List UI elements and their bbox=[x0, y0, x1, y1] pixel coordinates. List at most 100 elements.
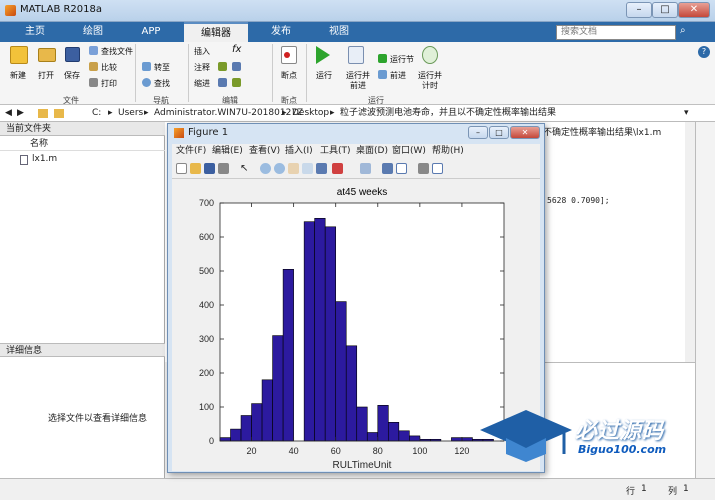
brush-icon[interactable] bbox=[332, 163, 343, 174]
compare-button[interactable]: 比较 bbox=[101, 62, 117, 73]
name-column-header[interactable]: 名称 bbox=[0, 138, 165, 151]
menu-tools[interactable]: 工具(T) bbox=[320, 144, 351, 159]
open-icon[interactable] bbox=[190, 163, 201, 174]
maximize-button[interactable]: □ bbox=[652, 2, 678, 18]
path-segment[interactable]: Users bbox=[118, 105, 143, 122]
print-icon[interactable] bbox=[218, 163, 229, 174]
help-icon[interactable]: ? bbox=[698, 46, 710, 58]
data-cursor-icon[interactable] bbox=[316, 163, 327, 174]
menu-edit[interactable]: 编辑(E) bbox=[212, 144, 243, 159]
pan-hand-icon[interactable] bbox=[288, 163, 299, 174]
open-folder-icon bbox=[38, 48, 56, 62]
breakpoint-dot-icon bbox=[284, 52, 290, 58]
find-files-icon bbox=[89, 46, 98, 55]
back-arrow-icon[interactable]: ◀ bbox=[5, 105, 12, 122]
y-tick-label: 500 bbox=[199, 266, 214, 276]
figure-title: Figure 1 bbox=[188, 127, 229, 138]
rotate-icon[interactable] bbox=[302, 163, 313, 174]
link-plot-icon[interactable] bbox=[360, 163, 371, 174]
current-folder-panel: 当前文件夹 名称 lx1.m 详细信息 选择文件以查看详细信息 bbox=[0, 122, 165, 492]
y-tick-label: 700 bbox=[199, 198, 214, 208]
menu-insert[interactable]: 插入(I) bbox=[285, 144, 313, 159]
up-folder-icon[interactable] bbox=[38, 109, 48, 118]
histogram-bar bbox=[272, 335, 284, 442]
forward-arrow-icon[interactable]: ▶ bbox=[17, 105, 24, 122]
row-label: 行 bbox=[626, 487, 636, 497]
minimize-button[interactable]: – bbox=[626, 2, 652, 18]
edit-tool-icon bbox=[218, 78, 227, 87]
search-icon[interactable]: ⌕ bbox=[680, 25, 686, 36]
browse-folder-icon[interactable] bbox=[54, 109, 64, 118]
histogram-bar bbox=[251, 403, 263, 442]
figure-maximize-button[interactable]: □ bbox=[489, 126, 509, 139]
path-segment[interactable]: Desktop bbox=[292, 105, 329, 122]
y-tick-label: 200 bbox=[199, 368, 214, 378]
run-and-time-icon bbox=[422, 46, 438, 64]
open-button[interactable]: 打开 bbox=[38, 70, 54, 81]
figure-close-button[interactable]: ✕ bbox=[510, 126, 540, 139]
x-tick-label: 20 bbox=[247, 446, 257, 456]
legend-icon[interactable] bbox=[396, 163, 407, 174]
histogram-bar bbox=[461, 437, 473, 442]
file-item[interactable]: lx1.m bbox=[32, 154, 57, 164]
address-bar[interactable]: ◀ ▶ C: ▸ Users ▸ Administrator.WIN7U-201… bbox=[0, 105, 715, 122]
comment-button[interactable]: 注释 bbox=[194, 62, 210, 73]
editor-file-path: 不确定性概率输出结果\lx1.m bbox=[543, 128, 662, 138]
save-icon[interactable] bbox=[204, 163, 215, 174]
menu-file[interactable]: 文件(F) bbox=[176, 144, 206, 159]
tab-home[interactable]: 主页 bbox=[10, 22, 60, 42]
search-input[interactable]: 搜索文档 bbox=[556, 25, 676, 40]
hide-tools-icon[interactable] bbox=[418, 163, 429, 174]
chevron-down-icon[interactable]: ▾ bbox=[684, 105, 689, 122]
details-title: 详细信息 bbox=[0, 343, 165, 357]
watermark-text: 必过源码 bbox=[575, 419, 664, 444]
tab-view[interactable]: 视图 bbox=[314, 22, 364, 42]
goto-button[interactable]: 转至 bbox=[154, 62, 170, 73]
menu-desktop[interactable]: 桌面(D) bbox=[356, 144, 388, 159]
tab-plots[interactable]: 绘图 bbox=[68, 22, 118, 42]
select-arrow-icon[interactable]: ↖ bbox=[240, 163, 251, 174]
path-segment[interactable]: Administrator.WIN7U-20180127Z bbox=[154, 105, 303, 122]
path-segment[interactable]: 粒子滤波预测电池寿命，并且以不确定性概率输出结果 bbox=[340, 105, 556, 122]
find-button[interactable]: 查找 bbox=[154, 78, 170, 89]
histogram-bar bbox=[409, 435, 421, 442]
tab-apps[interactable]: APP bbox=[126, 22, 176, 42]
indent-button[interactable]: 缩进 bbox=[194, 78, 210, 89]
new-button[interactable]: 新建 bbox=[10, 70, 26, 81]
status-bar: 行 1 列 1 bbox=[0, 478, 715, 500]
path-segment[interactable]: C: bbox=[92, 105, 101, 122]
fx-button[interactable]: fx bbox=[232, 44, 241, 55]
x-tick-label: 100 bbox=[412, 446, 427, 456]
new-figure-icon[interactable] bbox=[176, 163, 187, 174]
tab-editor[interactable]: 编辑器 bbox=[184, 22, 248, 42]
find-files-button[interactable]: 查找文件 bbox=[101, 46, 133, 57]
figure-minimize-button[interactable]: – bbox=[468, 126, 488, 139]
matlab-logo-icon bbox=[5, 5, 16, 16]
menu-window[interactable]: 窗口(W) bbox=[392, 144, 426, 159]
show-tools-icon[interactable] bbox=[432, 163, 443, 174]
col-label: 列 bbox=[668, 487, 678, 497]
close-button[interactable]: ✕ bbox=[678, 2, 710, 18]
insert-button[interactable]: 插入 bbox=[194, 46, 210, 57]
histogram-bar bbox=[303, 221, 315, 442]
menu-help[interactable]: 帮助(H) bbox=[432, 144, 464, 159]
save-button[interactable]: 保存 bbox=[64, 70, 80, 81]
print-button[interactable]: 打印 bbox=[101, 78, 117, 89]
run-button[interactable]: 运行 bbox=[316, 70, 332, 81]
tab-publish[interactable]: 发布 bbox=[256, 22, 306, 42]
zoom-in-icon[interactable] bbox=[260, 163, 271, 174]
zoom-out-icon[interactable] bbox=[274, 163, 285, 174]
code-line[interactable]: 5628 0.7090]; bbox=[547, 196, 610, 205]
window-title: MATLAB R2018a bbox=[20, 4, 103, 15]
edit-tool-icon bbox=[232, 62, 241, 71]
advance-button[interactable]: 前进 bbox=[390, 70, 406, 81]
menu-view[interactable]: 查看(V) bbox=[249, 144, 280, 159]
run-section-icon bbox=[378, 54, 387, 63]
x-axis-label: RULTimeUnit bbox=[333, 460, 392, 471]
colorbar-icon[interactable] bbox=[382, 163, 393, 174]
run-advance-icon bbox=[348, 46, 364, 64]
details-hint: 选择文件以查看详细信息 bbox=[48, 414, 148, 424]
run-section-button[interactable]: 运行节 bbox=[390, 54, 414, 65]
col-value: 1 bbox=[683, 484, 689, 494]
breakpoints-button[interactable]: 断点 bbox=[281, 70, 297, 81]
